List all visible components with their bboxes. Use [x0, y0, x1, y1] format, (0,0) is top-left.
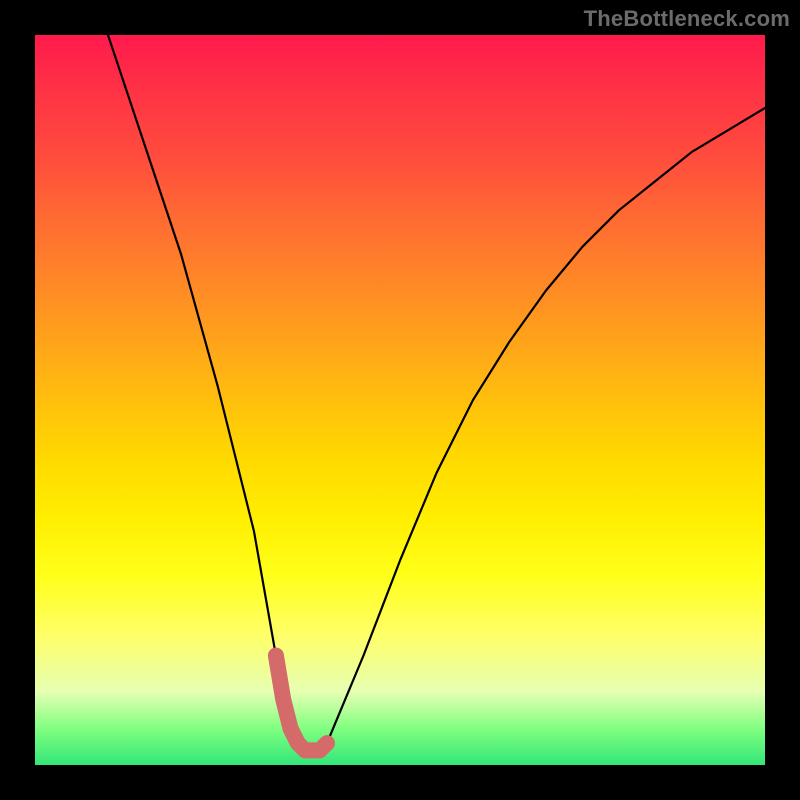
highlight-band-path [276, 656, 327, 751]
curve-layer [35, 35, 765, 765]
chart-stage: TheBottleneck.com [0, 0, 800, 800]
watermark-text: TheBottleneck.com [584, 6, 790, 32]
plot-area [35, 35, 765, 765]
bottleneck-curve-path [108, 35, 765, 750]
